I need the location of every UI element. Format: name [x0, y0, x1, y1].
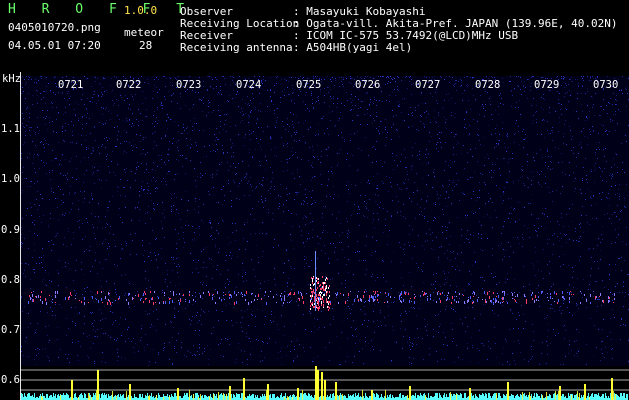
- time-tick: 0726: [355, 79, 381, 91]
- file-datetime: 04.05.01 07:20: [8, 39, 101, 52]
- time-tick: 0723: [176, 79, 202, 91]
- app-version: 1.0.0: [124, 4, 158, 17]
- app-title: H R O F F T: [8, 2, 194, 17]
- time-tick: 0727: [415, 79, 441, 91]
- time-tick: 0721: [58, 79, 84, 91]
- time-tick: 0725: [296, 79, 322, 91]
- antenna-label: Receiving antenna: [180, 41, 293, 54]
- time-tick: 0722: [116, 79, 142, 91]
- y-axis-line: [20, 72, 21, 400]
- y-tick: 1.1: [1, 123, 20, 135]
- meteor-count: 28: [139, 39, 153, 52]
- meteor-label: meteor: [124, 26, 164, 39]
- y-tick: 0.7: [1, 324, 20, 336]
- time-tick: 0730: [593, 79, 619, 91]
- y-tick: 0.9: [1, 224, 20, 236]
- time-tick: 0724: [236, 79, 262, 91]
- time-tick: 0728: [475, 79, 501, 91]
- time-tick: 0729: [534, 79, 560, 91]
- spectrogram-noise: [20, 76, 629, 366]
- y-tick: 0.6: [1, 374, 20, 386]
- spectrogram: [20, 76, 629, 366]
- antenna-value: : A504HB(yagi 4el): [293, 41, 413, 54]
- file-name: 0405010720.png: [8, 21, 101, 34]
- y-tick: 0.8: [1, 274, 20, 286]
- y-tick: 1.0: [1, 173, 20, 185]
- hrofft-window: H R O F F T 1.0.0 0405010720.png 04.05.0…: [0, 0, 629, 400]
- y-axis-unit: kHz: [2, 73, 21, 85]
